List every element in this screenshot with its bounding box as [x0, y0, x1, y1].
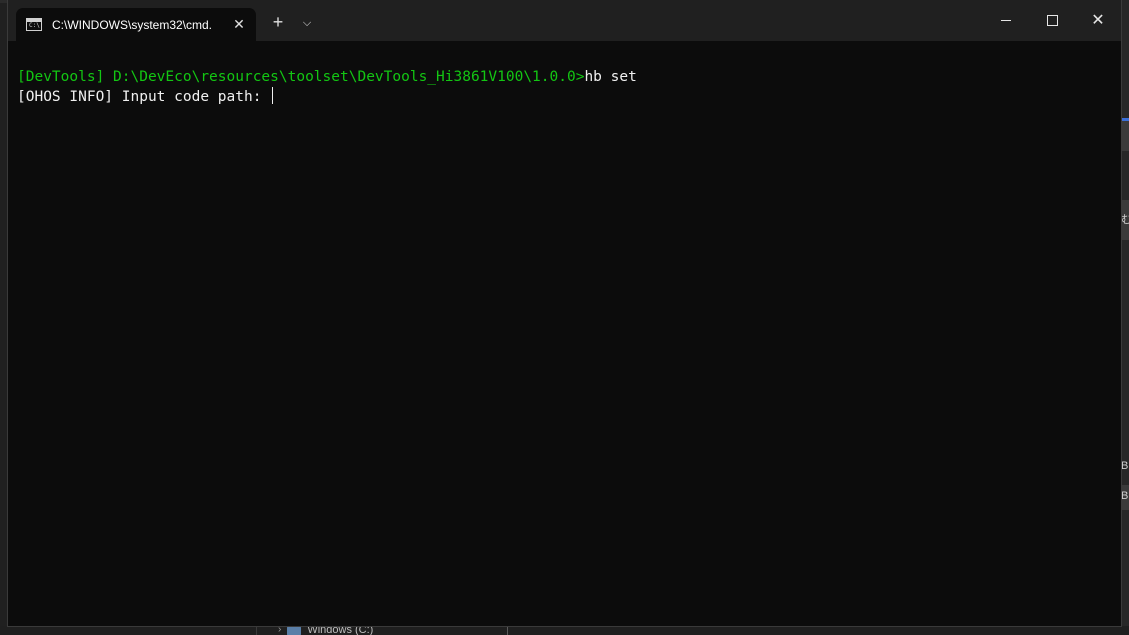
tab-title: C:\WINDOWS\system32\cmd. — [52, 17, 213, 32]
minimize-button[interactable] — [983, 0, 1029, 41]
chevron-down-icon: ⌵ — [302, 17, 312, 29]
close-window-button[interactable]: ✕ — [1075, 0, 1121, 41]
console-area[interactable]: [DevTools] D:\DevEco\resources\toolset\D… — [8, 41, 1121, 626]
console-command: hb set — [584, 69, 637, 85]
console-prompt: [DevTools] D:\DevEco\resources\toolset\D… — [17, 69, 585, 85]
background-divider — [256, 626, 257, 635]
plus-icon: + — [272, 12, 284, 32]
close-tab-button[interactable]: ✕ — [230, 15, 248, 33]
maximize-icon — [1046, 15, 1058, 26]
text-cursor — [272, 87, 274, 104]
cmd-icon: C:\ — [26, 18, 42, 31]
new-tab-button[interactable]: + — [268, 12, 288, 32]
tab-dropdown-button[interactable]: ⌵ — [298, 13, 316, 33]
title-bar[interactable]: C:\ C:\WINDOWS\system32\cmd. ✕ + ⌵ ✕ — [8, 0, 1121, 41]
drive-icon — [287, 626, 302, 635]
background-explorer-strip — [0, 626, 1129, 635]
background-window-right-edge — [1121, 0, 1129, 635]
close-icon: ✕ — [1091, 11, 1105, 29]
background-panel-row — [1121, 121, 1129, 151]
background-divider — [507, 626, 508, 635]
output-line: [OHOS INFO] Input code path: — [17, 87, 274, 107]
background-partial-text: む — [1121, 214, 1129, 226]
minimize-icon — [1001, 20, 1011, 21]
maximize-button[interactable] — [1029, 0, 1075, 41]
command-line: [DevTools] D:\DevEco\resources\toolset\D… — [17, 68, 637, 87]
close-icon: ✕ — [233, 16, 245, 32]
background-partial-text: B — [1121, 460, 1129, 472]
tab-cmd[interactable]: C:\ C:\WINDOWS\system32\cmd. ✕ — [16, 8, 256, 41]
terminal-window: C:\ C:\WINDOWS\system32\cmd. ✕ + ⌵ ✕ [De… — [8, 0, 1121, 626]
console-output: [OHOS INFO] Input code path: — [17, 89, 271, 105]
background-partial-text: B — [1121, 490, 1129, 502]
